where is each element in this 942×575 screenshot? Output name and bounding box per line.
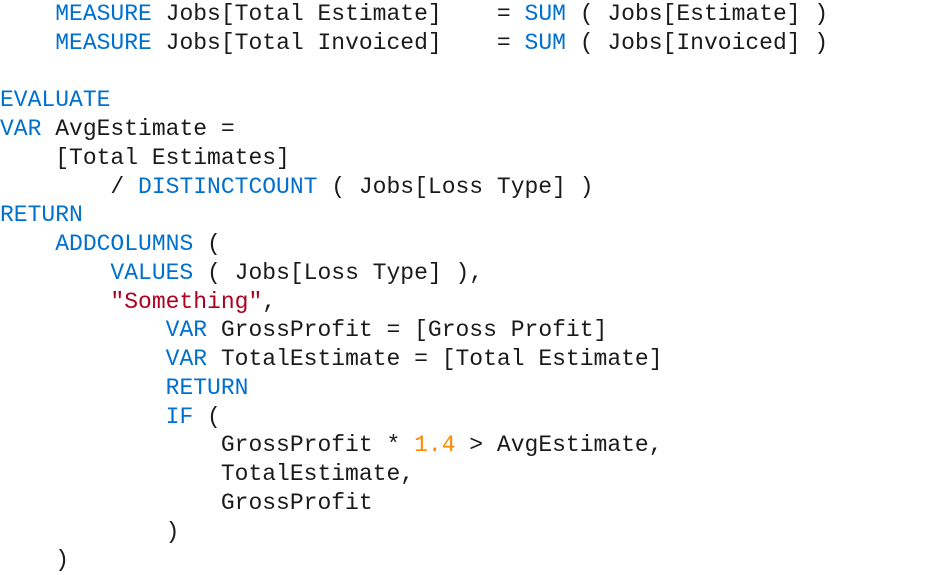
code-line: TotalEstimate, [0,461,414,487]
function-if: IF [166,404,194,430]
code-text: AvgEstimate = [41,116,234,142]
function-sum: SUM [525,30,566,56]
function-addcolumns: ADDCOLUMNS [55,231,193,257]
code-line: VAR GrossProfit = [Gross Profit] [0,317,607,343]
code-line: ) [0,547,69,573]
code-line: RETURN [0,202,83,228]
keyword-measure: MEASURE [55,30,152,56]
code-line: EVALUATE [0,87,110,113]
code-text: GrossProfit [0,490,373,516]
code-text: [Total Estimates] [0,145,290,171]
code-line: ADDCOLUMNS ( [0,231,221,257]
code-line: / DISTINCTCOUNT ( Jobs[Loss Type] ) [0,174,594,200]
code-line: GrossProfit [0,490,373,516]
code-text: ( [193,404,221,430]
code-text: ( [193,231,221,257]
code-text: ) [0,519,179,545]
code-text: ( Jobs[Invoiced] ) [566,30,828,56]
code-text: GrossProfit = [Gross Profit] [207,317,607,343]
code-line: VAR TotalEstimate = [Total Estimate] [0,346,663,372]
code-text: , [262,289,276,315]
keyword-return: RETURN [0,202,83,228]
keyword-var: VAR [0,116,41,142]
code-text [0,404,166,430]
function-sum: SUM [525,1,566,27]
keyword-return: RETURN [166,375,249,401]
code-line: GrossProfit * 1.4 > AvgEstimate, [0,432,663,458]
code-line: MEASURE Jobs[Total Estimate] = SUM ( Job… [0,1,828,27]
code-text [0,317,166,343]
code-line: ) [0,519,179,545]
code-line: VAR AvgEstimate = [0,116,235,142]
code-text: Jobs[Total Invoiced] = [152,30,525,56]
keyword-evaluate: EVALUATE [0,87,110,113]
code-text: ( Jobs[Loss Type] ) [317,174,593,200]
code-line: "Something", [0,289,276,315]
keyword-measure: MEASURE [55,1,152,27]
code-text: / [0,174,138,200]
code-text [0,231,55,257]
code-text [0,289,110,315]
function-values: VALUES [110,260,193,286]
code-text [0,346,166,372]
function-distinctcount: DISTINCTCOUNT [138,174,317,200]
code-text: Jobs[Total Estimate] = [152,1,525,27]
dax-code-block: MEASURE Jobs[Total Estimate] = SUM ( Job… [0,0,942,575]
code-line: MEASURE Jobs[Total Invoiced] = SUM ( Job… [0,30,828,56]
code-text: GrossProfit * [0,432,414,458]
keyword-var: VAR [166,346,207,372]
string-literal: "Something" [110,289,262,315]
code-text: ( Jobs[Estimate] ) [566,1,828,27]
number-literal: 1.4 [414,432,455,458]
code-text: TotalEstimate, [0,461,414,487]
code-text: TotalEstimate = [Total Estimate] [207,346,662,372]
code-line: [Total Estimates] [0,145,290,171]
code-text: ) [0,547,69,573]
code-text: > AvgEstimate, [456,432,663,458]
code-line: VALUES ( Jobs[Loss Type] ), [0,260,483,286]
code-line: IF ( [0,404,221,430]
code-text [0,260,110,286]
keyword-var: VAR [166,317,207,343]
code-text [0,375,166,401]
code-text: ( Jobs[Loss Type] ), [193,260,483,286]
code-line: RETURN [0,375,248,401]
